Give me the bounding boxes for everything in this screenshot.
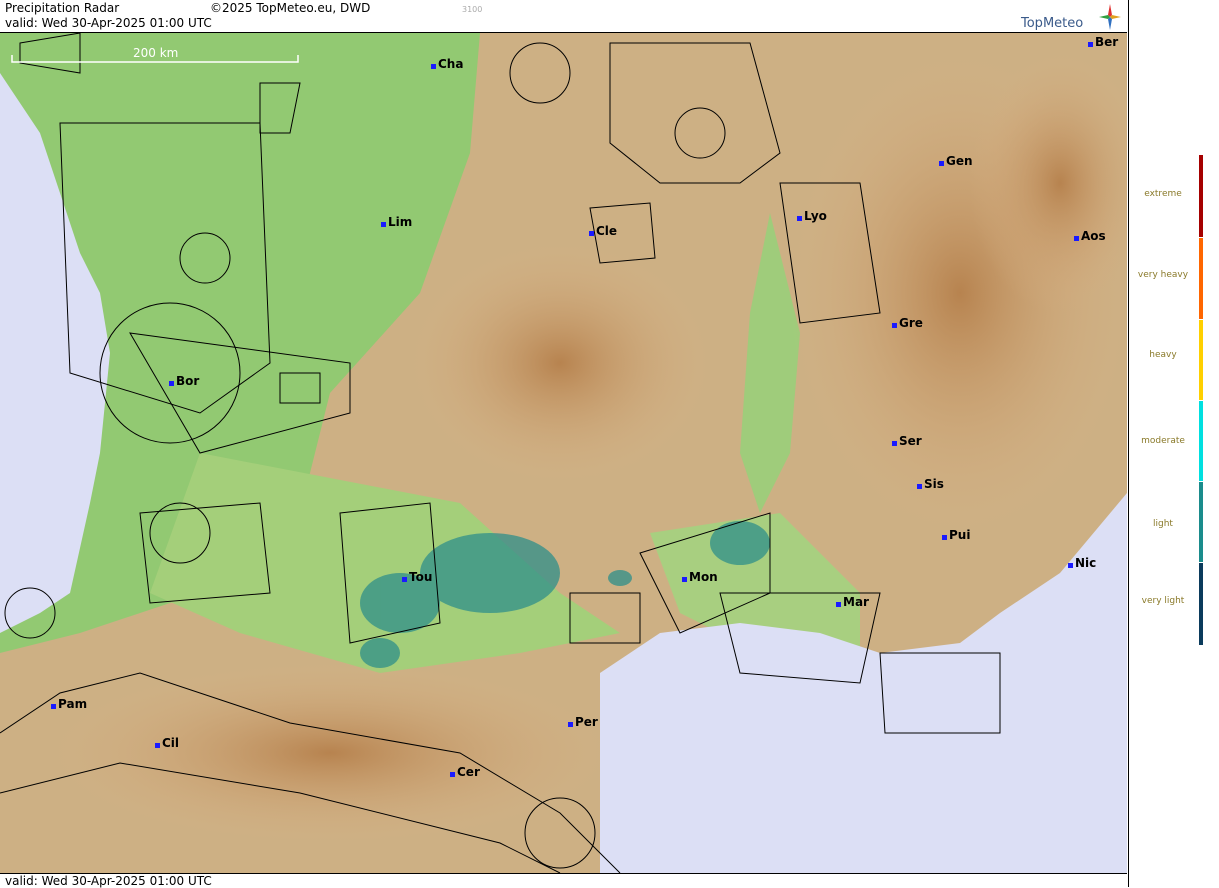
valid-time: valid: Wed 30-Apr-2025 01:00 UTC (5, 16, 212, 30)
legend-bar-extreme (1199, 155, 1203, 237)
city-marker-icon (450, 772, 455, 777)
city-lyo[interactable]: Lyo (797, 209, 827, 223)
city-label: Gre (899, 316, 923, 330)
city-marker-icon (589, 231, 594, 236)
footer-valid-time: valid: Wed 30-Apr-2025 01:00 UTC (5, 874, 212, 888)
city-marker-icon (892, 323, 897, 328)
city-marker-icon (568, 722, 573, 727)
map-title: Precipitation Radar (5, 1, 120, 15)
city-label: Cer (457, 765, 480, 779)
legend-label-light: light (1153, 519, 1173, 529)
city-label: Bor (176, 374, 200, 388)
city-tou[interactable]: Tou (402, 570, 433, 584)
city-pui[interactable]: Pui (942, 528, 971, 542)
city-sis[interactable]: Sis (917, 477, 944, 491)
logo-text: TopMeteo (1021, 16, 1084, 31)
city-label: Lyo (804, 209, 827, 223)
city-marker-icon (682, 577, 687, 582)
header: Precipitation Radar valid: Wed 30-Apr-20… (0, 0, 1127, 33)
legend-label-extreme: extreme (1144, 189, 1182, 199)
city-cha[interactable]: Cha (431, 57, 464, 71)
city-cil[interactable]: Cil (155, 736, 180, 750)
city-label: Ber (1095, 35, 1119, 49)
city-label: Cil (162, 736, 180, 750)
city-marker-icon (1088, 42, 1093, 47)
city-nic[interactable]: Nic (1068, 556, 1097, 570)
city-label: Cha (438, 57, 464, 71)
city-marker-icon (51, 704, 56, 709)
city-aos[interactable]: Aos (1074, 229, 1106, 243)
legend-label-very-light: very light (1141, 596, 1185, 606)
city-gen[interactable]: Gen (939, 154, 973, 168)
map-code: 3100 (462, 5, 483, 14)
city-label: Pui (949, 528, 971, 542)
city-label: Pam (58, 697, 88, 711)
city-label: Tou (409, 570, 433, 584)
footer: valid: Wed 30-Apr-2025 01:00 UTC (0, 873, 1127, 888)
city-marker-icon (169, 381, 174, 386)
city-pam[interactable]: Pam (51, 697, 88, 711)
city-marker-icon (939, 161, 944, 166)
city-gre[interactable]: Gre (892, 316, 923, 330)
copyright: ©2025 TopMeteo.eu, DWD (210, 1, 371, 15)
legend-bar-very-light (1199, 563, 1203, 645)
city-label: Lim (388, 215, 413, 229)
city-cer[interactable]: Cer (450, 765, 480, 779)
legend-label-very-heavy: very heavy (1137, 270, 1189, 280)
city-mar[interactable]: Mar (836, 595, 869, 609)
city-lim[interactable]: Lim (381, 215, 413, 229)
city-label: Ser (899, 434, 922, 448)
city-marker-icon (155, 743, 160, 748)
city-marker-icon (836, 602, 841, 607)
city-marker-icon (892, 441, 897, 446)
city-bor[interactable]: Bor (169, 374, 200, 388)
city-label: Sis (924, 477, 944, 491)
legend-label-moderate: moderate (1141, 436, 1185, 446)
city-marker-icon (381, 222, 386, 227)
city-marker-icon (942, 535, 947, 540)
city-marker-icon (1074, 236, 1079, 241)
city-cle[interactable]: Cle (589, 224, 618, 238)
legend-label-heavy: heavy (1149, 350, 1177, 360)
city-marker-icon (431, 64, 436, 69)
city-ser[interactable]: Ser (892, 434, 922, 448)
city-label: Nic (1075, 556, 1097, 570)
city-label: Per (575, 715, 598, 729)
city-ber[interactable]: Ber (1088, 35, 1119, 49)
intensity-legend: extreme very heavy heavy moderate light … (1128, 0, 1219, 887)
city-label: Cle (596, 224, 618, 238)
city-marker-icon (1068, 563, 1073, 568)
scale-bar-label: 200 km (133, 46, 179, 60)
city-label: Aos (1081, 229, 1106, 243)
city-marker-icon (917, 484, 922, 489)
legend-bar-very-heavy (1199, 238, 1203, 319)
compass-icon (1099, 4, 1121, 30)
city-per[interactable]: Per (568, 715, 598, 729)
city-label: Mar (843, 595, 869, 609)
legend-bar-moderate (1199, 401, 1203, 481)
topmeteo-logo[interactable]: TopMeteo (1021, 4, 1121, 31)
city-label: Mon (689, 570, 718, 584)
city-marker-icon (402, 577, 407, 582)
city-mon[interactable]: Mon (682, 570, 718, 584)
legend-bar-heavy (1199, 320, 1203, 400)
city-label: Gen (946, 154, 973, 168)
city-marker-icon (797, 216, 802, 221)
legend-bar-light (1199, 482, 1203, 562)
radar-map[interactable]: 200 km Cha Ber Gen Lim Cle Lyo Aos Gre B… (0, 33, 1127, 873)
